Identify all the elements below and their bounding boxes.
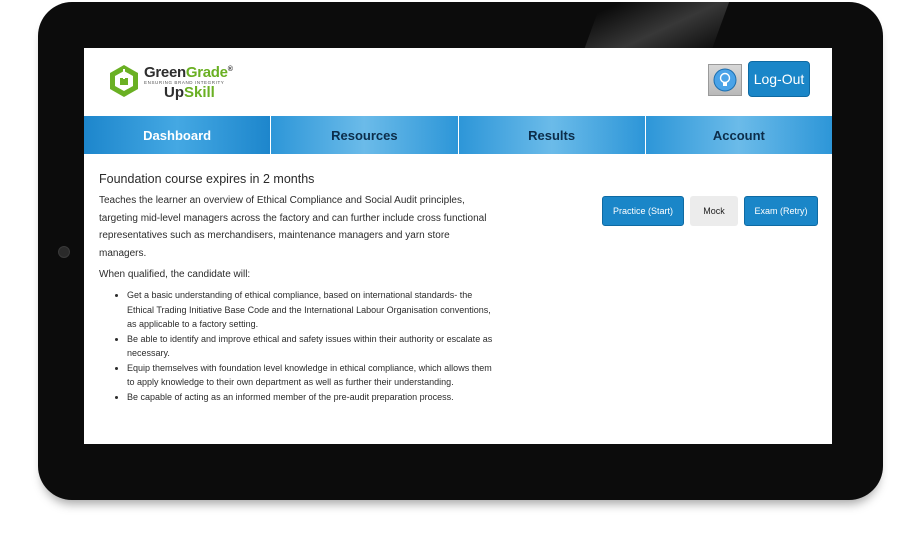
list-item: Get a basic understanding of ethical com…	[127, 288, 499, 332]
list-item: Be able to identify and improve ethical …	[127, 332, 499, 361]
course-expiry-heading: Foundation course expires in 2 months	[99, 172, 315, 186]
app-screen: GreenGrade® ENSURING BRAND INTEGRITY UpS…	[84, 48, 832, 444]
qualified-heading: When qualified, the candidate will:	[99, 269, 251, 280]
logo-subtitle: UpSkill	[164, 84, 215, 101]
tab-dashboard[interactable]: Dashboard	[84, 116, 272, 154]
tab-resources[interactable]: Resources	[271, 116, 459, 154]
app-header: GreenGrade® ENSURING BRAND INTEGRITY UpS…	[84, 48, 832, 116]
camera-icon	[58, 246, 70, 258]
lightbulb-icon	[713, 68, 737, 92]
greengrade-upskill-logo: GreenGrade® ENSURING BRAND INTEGRITY UpS…	[108, 62, 248, 102]
logo-wordmark: GreenGrade®	[144, 64, 233, 81]
list-item: Be capable of acting as an informed memb…	[127, 390, 499, 405]
help-button[interactable]	[708, 64, 742, 96]
list-item: Equip themselves with foundation level k…	[127, 361, 499, 390]
tab-results[interactable]: Results	[458, 116, 646, 154]
tablet-frame: GreenGrade® ENSURING BRAND INTEGRITY UpS…	[38, 2, 883, 500]
practice-button[interactable]: Practice (Start)	[602, 196, 684, 226]
mock-button[interactable]: Mock	[690, 196, 738, 226]
outcomes-list: Get a basic understanding of ethical com…	[99, 288, 499, 404]
course-description: Foundation course expires in 2 months Te…	[99, 172, 499, 404]
main-nav: Dashboard Resources Results Account	[84, 116, 832, 154]
exam-button[interactable]: Exam (Retry)	[744, 196, 818, 226]
greengrade-logo-icon	[110, 65, 138, 97]
tab-account[interactable]: Account	[645, 116, 832, 154]
logout-button[interactable]: Log-Out	[748, 61, 810, 97]
course-intro: Teaches the learner an overview of Ethic…	[99, 195, 487, 259]
